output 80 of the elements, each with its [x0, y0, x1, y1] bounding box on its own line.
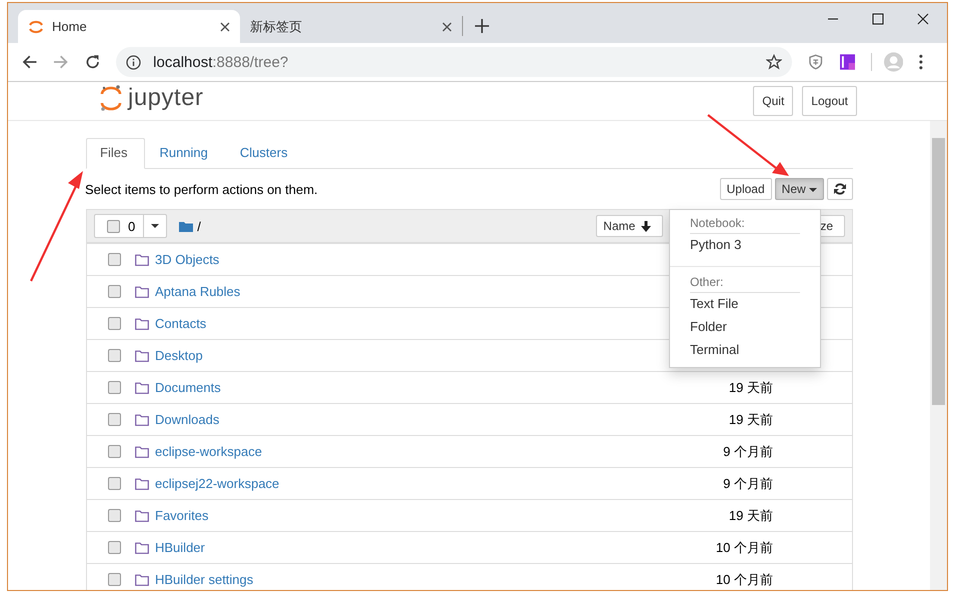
folder-link[interactable]: Favorites	[155, 508, 208, 523]
path-text: /	[197, 218, 201, 234]
folder-link[interactable]: eclipsej22-workspace	[155, 476, 280, 491]
sort-button[interactable]: Name	[596, 215, 664, 237]
checkbox[interactable]	[108, 509, 121, 522]
scrollbar[interactable]	[930, 121, 947, 590]
folder-icon	[135, 478, 149, 490]
checkbox[interactable]	[108, 349, 121, 362]
folder-icon	[135, 414, 149, 426]
folder-link[interactable]: Desktop	[155, 348, 203, 363]
menu-item[interactable]: Python 3	[670, 234, 820, 257]
modified-time: 19 天前	[728, 410, 773, 428]
forward-icon[interactable]	[53, 54, 69, 70]
folder-link[interactable]: HBuilder settings	[155, 572, 254, 587]
folder-icon	[135, 286, 149, 298]
logo-icon	[28, 18, 44, 34]
checkbox[interactable]	[108, 541, 121, 554]
close-icon[interactable]	[442, 22, 452, 32]
menu-item[interactable]: Terminal	[670, 339, 820, 362]
maximize-icon[interactable]	[872, 13, 884, 25]
tab[interactable]: Clusters	[226, 138, 306, 169]
address-bar[interactable]: localhost:8888/tree?	[116, 47, 792, 77]
checkbox[interactable]	[108, 381, 121, 394]
new-button[interactable]: New	[774, 178, 824, 200]
folder-icon	[135, 254, 149, 266]
menu-heading: Notebook:	[690, 215, 800, 234]
folder-icon	[135, 510, 149, 522]
modified-time: 9 个月前	[723, 442, 773, 460]
logo-text: jupyter	[128, 84, 204, 112]
logo-icon	[100, 84, 122, 112]
folder-icon	[135, 318, 149, 330]
folder-icon	[135, 542, 149, 554]
hint-text: Select items to perform actions on them.	[85, 182, 318, 196]
menu-heading: Other:	[690, 274, 800, 293]
folder-icon	[179, 220, 194, 232]
refresh-button[interactable]	[827, 178, 853, 200]
upload-button[interactable]: Upload	[720, 178, 772, 200]
info-icon	[126, 54, 142, 70]
refresh-icon	[834, 183, 846, 195]
modified-time: 10 个月前	[716, 538, 773, 556]
folder-link[interactable]: HBuilder	[155, 540, 205, 555]
folder-icon	[135, 350, 149, 362]
checkbox[interactable]	[108, 285, 121, 298]
modified-time: 19 天前	[728, 506, 773, 524]
arrow-down-icon	[641, 220, 652, 232]
close-icon[interactable]	[220, 22, 230, 32]
folder-link[interactable]: eclipse-workspace	[155, 444, 262, 459]
menu-icon[interactable]	[919, 54, 923, 70]
modified-time: 19 天前	[728, 378, 773, 396]
close-icon[interactable]	[917, 13, 929, 25]
checkbox[interactable]	[108, 253, 121, 266]
checkbox[interactable]	[108, 477, 121, 490]
header-button[interactable]: Quit	[753, 86, 794, 116]
extension-icon[interactable]	[840, 54, 855, 70]
header-button[interactable]: Logout	[802, 86, 857, 116]
folder-link[interactable]: 3D Objects	[155, 252, 220, 267]
tab[interactable]: Running	[145, 138, 226, 169]
folder-icon	[135, 446, 149, 458]
star-icon[interactable]	[766, 54, 782, 70]
checkbox[interactable]	[108, 317, 121, 330]
reload-icon[interactable]	[84, 54, 100, 70]
browser-tab[interactable]: 新标签页	[240, 10, 462, 43]
modified-time: 9 个月前	[723, 474, 773, 492]
menu-item[interactable]: Folder	[670, 316, 820, 339]
folder-icon	[135, 574, 149, 586]
folder-icon	[135, 382, 149, 394]
folder-link[interactable]: Aptana Rubles	[155, 284, 240, 299]
back-icon[interactable]	[22, 54, 38, 70]
checkbox[interactable]	[108, 445, 121, 458]
tab[interactable]: Files	[86, 138, 146, 169]
folder-link[interactable]: Documents	[155, 380, 221, 395]
menu-item[interactable]: Text File	[670, 293, 820, 316]
checkbox[interactable]	[108, 573, 121, 586]
browser-tab[interactable]: Home	[18, 10, 240, 43]
plus-icon[interactable]	[475, 19, 489, 33]
shield-icon[interactable]	[808, 54, 824, 70]
folder-link[interactable]: Downloads	[155, 412, 220, 427]
modified-time: 10 个月前	[716, 570, 773, 588]
checkbox[interactable]	[108, 413, 121, 426]
folder-link[interactable]: Contacts	[155, 316, 206, 331]
